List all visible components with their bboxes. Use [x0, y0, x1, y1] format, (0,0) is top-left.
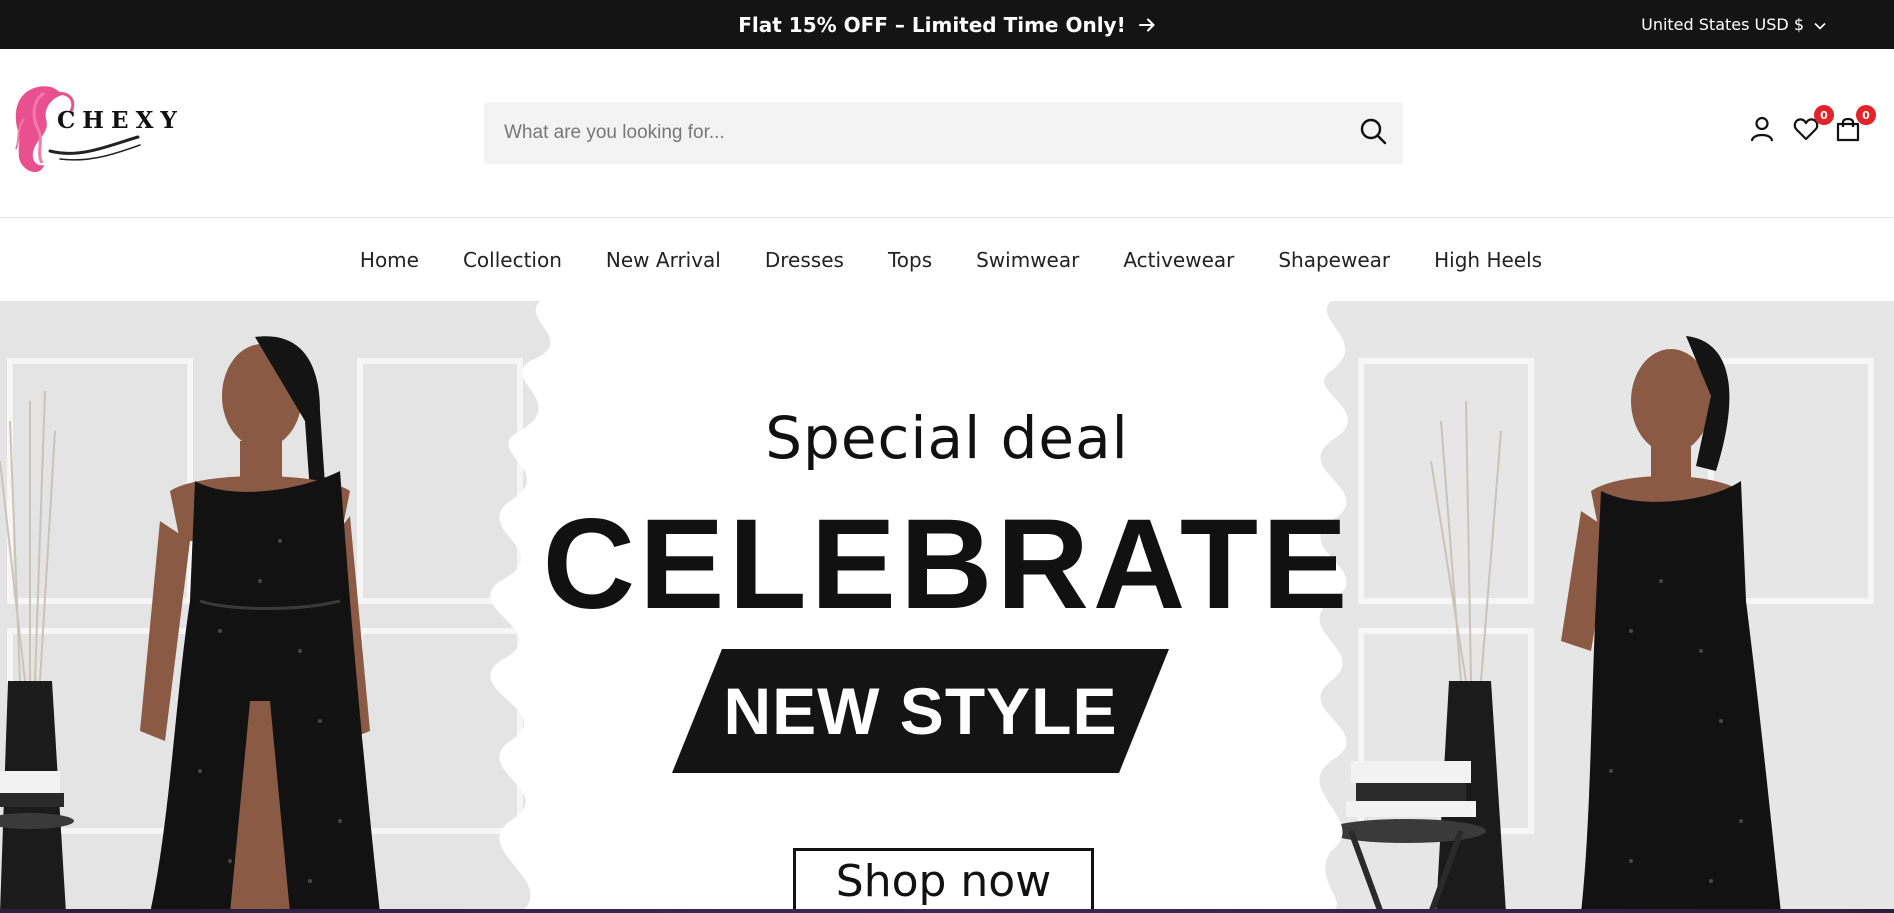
- main-navigation: Home Collection New Arrival Dresses Tops…: [0, 219, 1894, 301]
- logo-text: CHEXY: [57, 107, 184, 134]
- nav-item-swimwear[interactable]: Swimwear: [976, 248, 1079, 272]
- hero-tagline-banner: NEW STYLE: [672, 649, 1169, 773]
- search-input[interactable]: [484, 102, 1343, 164]
- search-icon: [1359, 117, 1387, 149]
- nav-item-dresses[interactable]: Dresses: [765, 248, 844, 272]
- page-bottom-edge: [0, 909, 1894, 913]
- nav-item-tops[interactable]: Tops: [888, 248, 932, 272]
- shopping-bag-icon: [1836, 116, 1860, 146]
- search-bar: [484, 102, 1403, 164]
- nav-item-home[interactable]: Home: [360, 248, 419, 272]
- announcement-bar: Flat 15% OFF – Limited Time Only! United…: [0, 0, 1894, 49]
- arrow-right-icon: [1138, 16, 1156, 34]
- announcement-link[interactable]: Flat 15% OFF – Limited Time Only!: [0, 0, 1894, 49]
- chevron-down-icon: [1814, 15, 1826, 34]
- nav-item-collection[interactable]: Collection: [463, 248, 562, 272]
- hero-kicker: Special deal: [765, 404, 1129, 472]
- user-icon: [1750, 116, 1774, 146]
- cart-button[interactable]: 0: [1832, 105, 1876, 148]
- nav-item-activewear[interactable]: Activewear: [1123, 248, 1234, 272]
- announcement-text: Flat 15% OFF – Limited Time Only!: [738, 12, 1126, 37]
- hero-headline: CELEBRATE: [542, 493, 1352, 636]
- site-logo[interactable]: CHEXY: [10, 79, 177, 179]
- account-button[interactable]: [1746, 114, 1778, 148]
- wishlist-count-badge: 0: [1814, 105, 1834, 125]
- site-header: CHEXY 0 0: [0, 49, 1894, 218]
- nav-item-shapewear[interactable]: Shapewear: [1278, 248, 1390, 272]
- shop-now-button[interactable]: Shop now: [793, 848, 1094, 913]
- currency-label: United States USD $: [1641, 15, 1804, 34]
- currency-selector[interactable]: United States USD $: [1641, 0, 1826, 49]
- hero-promo: Special deal CELEBRATE NEW STYLE Shop no…: [0, 301, 1894, 913]
- hero-banner[interactable]: Special deal CELEBRATE NEW STYLE Shop no…: [0, 301, 1894, 913]
- wishlist-button[interactable]: 0: [1790, 105, 1834, 148]
- nav-item-high-heels[interactable]: High Heels: [1434, 248, 1542, 272]
- search-button[interactable]: [1343, 102, 1403, 164]
- heart-icon: [1793, 117, 1819, 145]
- cart-count-badge: 0: [1856, 105, 1876, 125]
- hero-tagline: NEW STYLE: [723, 674, 1118, 748]
- nav-item-new-arrival[interactable]: New Arrival: [606, 248, 721, 272]
